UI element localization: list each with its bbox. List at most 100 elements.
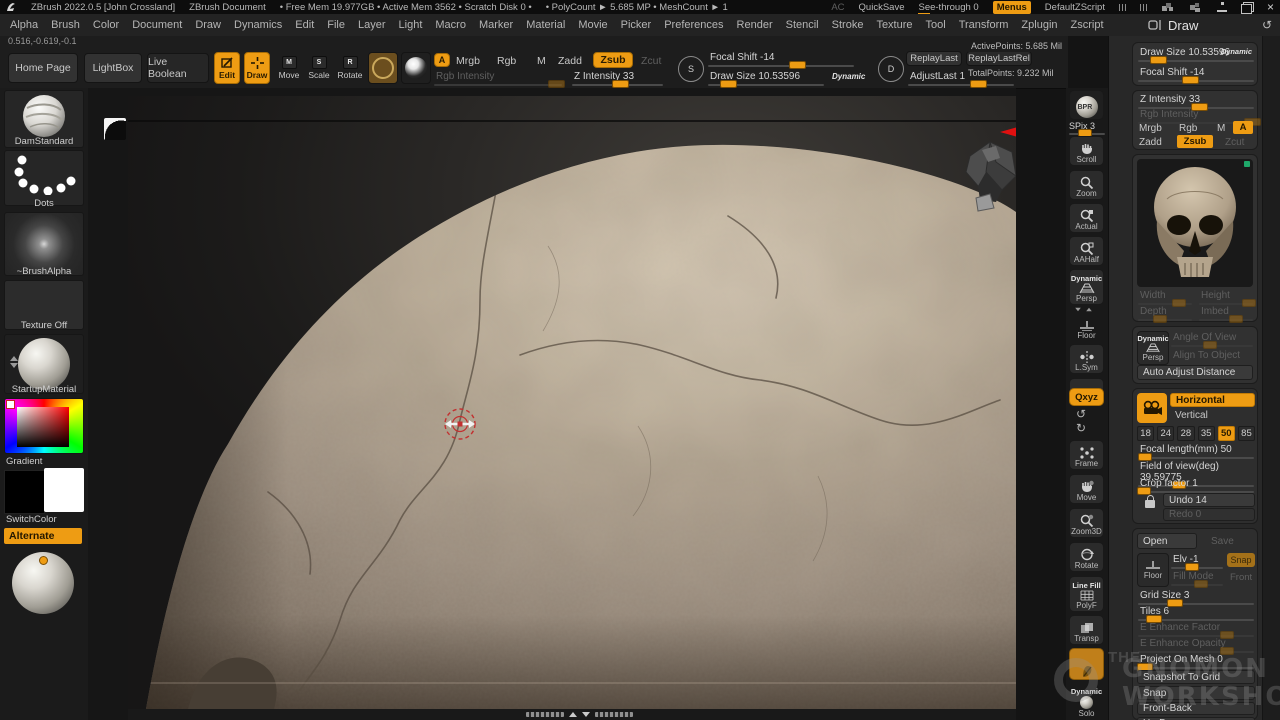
depth-slider[interactable]: Depth [1136, 305, 1194, 321]
floor-snap-toggle[interactable]: Snap [1227, 553, 1255, 567]
panel-rgb-toggle[interactable]: Rgb [1179, 123, 1197, 134]
crop-factor-slider[interactable]: Crop factor 1 [1136, 477, 1256, 493]
rgb-toggle[interactable]: Rgb [497, 55, 516, 67]
aahalf-button[interactable]: AAHalf [1069, 236, 1104, 266]
angle-of-view-slider[interactable]: Angle Of View [1169, 331, 1255, 347]
replay-last-rel-button[interactable]: ReplayLastRel [966, 51, 1032, 66]
fill-mode-slider[interactable]: Fill Mode [1169, 570, 1225, 586]
qxyz-button[interactable]: Qxyz [1069, 388, 1104, 406]
live-boolean-button[interactable]: Live Boolean [147, 53, 209, 83]
move-button[interactable]: M Move [276, 52, 302, 84]
tiles-slider[interactable]: Tiles 6 [1136, 605, 1256, 621]
draw-button[interactable]: Draw [244, 52, 270, 84]
secondary-color-swatch[interactable] [44, 468, 84, 512]
e-enhance-factor-slider[interactable]: E Enhance Factor [1136, 621, 1256, 637]
menu-color[interactable]: Color [93, 19, 119, 31]
floor-front-toggle[interactable]: Front [1230, 572, 1252, 583]
panel-mrgb-toggle[interactable]: Mrgb [1139, 123, 1162, 134]
alternate-button[interactable]: Alternate [4, 528, 82, 544]
transparency-button[interactable]: Transp [1069, 615, 1104, 645]
panel-scroll-gutter[interactable] [1262, 36, 1280, 720]
imbed-slider[interactable]: Imbed [1197, 305, 1255, 321]
frame-button[interactable]: Frame [1069, 440, 1104, 470]
menu-texture[interactable]: Texture [876, 19, 912, 31]
see-through-slider[interactable]: See-through 0 [918, 2, 978, 13]
skull-sculpt[interactable] [128, 96, 1016, 709]
rotate-3d-button[interactable]: Rotate [1069, 542, 1104, 572]
solo-button[interactable]: Dynamic Solo [1069, 683, 1104, 719]
actual-button[interactable]: Actual [1069, 203, 1104, 233]
left-divider-handle[interactable] [10, 356, 18, 368]
menu-stencil[interactable]: Stencil [786, 19, 819, 31]
menu-dynamics[interactable]: Dynamics [234, 19, 282, 31]
panel-z-intensity-slider[interactable]: Z Intensity 33 [1136, 93, 1256, 109]
focal-length-slider[interactable]: Focal length(mm) 50 [1136, 443, 1256, 459]
menu-draw[interactable]: Draw [195, 19, 221, 31]
panel-a-toggle[interactable]: A [1233, 121, 1253, 134]
panel-zadd-toggle[interactable]: Zadd [1139, 137, 1162, 148]
restore-button[interactable] [1241, 2, 1253, 12]
menu-macro[interactable]: Macro [435, 19, 466, 31]
snap-button[interactable]: Snap [1137, 686, 1255, 700]
rgb-intensity-slider[interactable]: Rgb Intensity [432, 70, 564, 86]
minimize-button[interactable] [1217, 2, 1227, 12]
persp-button[interactable]: Dynamic Persp [1069, 269, 1104, 305]
menu-picker[interactable]: Picker [621, 19, 652, 31]
height-slider[interactable]: Height [1197, 289, 1255, 305]
close-button[interactable]: × [1267, 2, 1274, 12]
tray-toggle-right-icon[interactable] [1140, 4, 1147, 11]
panel-focal-shift-slider[interactable]: Focal Shift -14 [1136, 66, 1256, 82]
lightbox-button[interactable]: LightBox [84, 53, 142, 83]
local-symmetry-button[interactable]: L.Sym [1069, 344, 1104, 374]
menu-layer[interactable]: Layer [358, 19, 386, 31]
menu-transform[interactable]: Transform [959, 19, 1009, 31]
zcut-toggle[interactable]: Zcut [641, 55, 661, 67]
snapshot-to-grid-button[interactable]: Snapshot To Grid [1137, 670, 1255, 684]
scale-button[interactable]: S Scale [306, 52, 332, 84]
axis-gizmo[interactable] [998, 116, 1016, 176]
home-page-button[interactable]: Home Page [8, 53, 78, 83]
panel-floor-button[interactable]: Floor [1137, 553, 1169, 587]
spix-slider[interactable]: SPix 3 [1067, 121, 1107, 135]
current-brush-button[interactable] [368, 52, 398, 84]
menu-material[interactable]: Material [526, 19, 565, 31]
preset-28[interactable]: 28 [1177, 426, 1194, 441]
open-button[interactable]: Open [1137, 533, 1197, 549]
current-material-button[interactable] [401, 52, 431, 84]
menu-preferences[interactable]: Preferences [664, 19, 723, 31]
camera-lock-button[interactable] [1139, 495, 1161, 519]
focal-shift-slider[interactable]: Focal Shift -14 [706, 51, 856, 67]
ghost-button[interactable] [1069, 648, 1104, 680]
polymesh-group-icon[interactable] [1161, 2, 1175, 13]
zadd-toggle[interactable]: Zadd [558, 55, 582, 67]
panel-zcut-toggle[interactable]: Zcut [1225, 137, 1244, 148]
auto-adjust-distance-button[interactable]: Auto Adjust Distance [1137, 365, 1253, 380]
zoom3d-button[interactable]: Zoom3D [1069, 508, 1104, 538]
main-color-swatch[interactable] [4, 470, 45, 514]
menu-render[interactable]: Render [737, 19, 773, 31]
a-toggle[interactable]: A [434, 53, 450, 67]
menu-brush[interactable]: Brush [51, 19, 80, 31]
menu-marker[interactable]: Marker [479, 19, 513, 31]
menu-tool[interactable]: Tool [926, 19, 946, 31]
menu-alpha[interactable]: Alpha [10, 19, 38, 31]
default-zscript-button[interactable]: DefaultZScript [1045, 2, 1105, 13]
canvas-corner-widget[interactable] [104, 118, 126, 140]
preset-50[interactable]: 50 [1218, 426, 1235, 441]
tray-toggle-left-icon[interactable] [1119, 4, 1126, 11]
horizontal-toggle[interactable]: Horizontal [1170, 393, 1255, 407]
e-enhance-opacity-slider[interactable]: E Enhance Opacity [1136, 637, 1256, 653]
menu-zscript[interactable]: Zscript [1071, 19, 1104, 31]
mrgb-toggle[interactable]: Mrgb [456, 55, 480, 67]
menu-zplugin[interactable]: Zplugin [1021, 19, 1057, 31]
stroke-icon[interactable]: S [678, 56, 704, 82]
grid-size-slider[interactable]: Grid Size 3 [1136, 589, 1256, 605]
move-3d-button[interactable]: Move [1069, 474, 1104, 504]
align-to-object-toggle[interactable]: Align To Object [1173, 350, 1240, 361]
rotate-button[interactable]: R Rotate [336, 52, 364, 84]
draw-size-slider[interactable]: Draw Size 10.53596 [706, 70, 826, 86]
restore-default-icon[interactable]: ↺ [1262, 18, 1272, 32]
width-slider[interactable]: Width [1136, 289, 1194, 305]
canvas-area[interactable] [88, 88, 1016, 720]
color-picker[interactable] [4, 398, 84, 454]
